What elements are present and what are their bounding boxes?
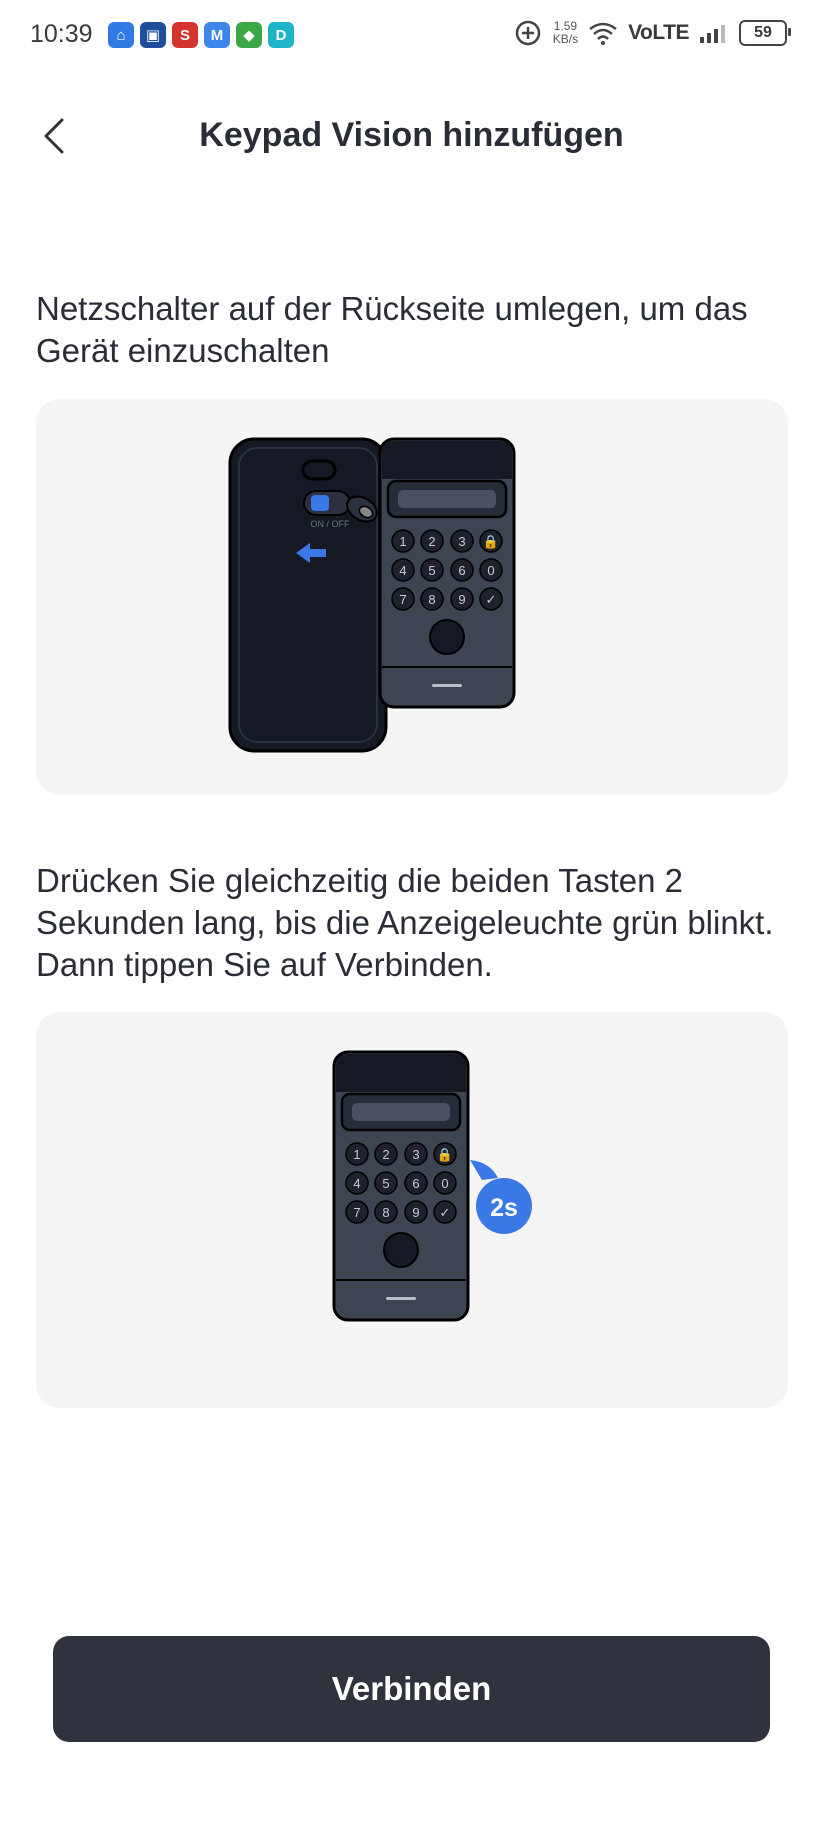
hold-badge: 2s bbox=[470, 1160, 532, 1234]
keypad-key-label: 0 bbox=[441, 1176, 448, 1191]
m-app-icon: M bbox=[204, 22, 230, 48]
volte-label: VoLTE bbox=[628, 21, 689, 44]
data-saver-icon bbox=[515, 20, 541, 46]
status-right: 1.59 KB/s VoLTE 59 bbox=[513, 18, 791, 48]
page-title: Keypad Vision hinzufügen bbox=[199, 116, 624, 154]
step-2-illustration: 1 2 3 🔒 4 5 6 0 7 8 9 ✓ 2s bbox=[36, 1012, 788, 1408]
battery-icon: 59 bbox=[739, 20, 791, 46]
signal-icon bbox=[700, 25, 725, 43]
keypad-key-label: 5 bbox=[428, 563, 435, 578]
keypad-key-label: 2 bbox=[382, 1147, 389, 1162]
keypad-key-label: 4 bbox=[399, 563, 406, 578]
page-header: Keypad Vision hinzufügen bbox=[0, 100, 823, 174]
keypad-key-label: 9 bbox=[412, 1205, 419, 1220]
home-app-icon: ⌂ bbox=[108, 22, 134, 48]
battery-level: 59 bbox=[754, 24, 772, 41]
keypad-key-label: 7 bbox=[353, 1205, 360, 1220]
home-bar bbox=[386, 1297, 416, 1300]
device-front: 1 2 3 🔒 4 5 6 0 7 8 9 ✓ bbox=[378, 437, 516, 709]
notification-icons: ⌂ ▣ S M ◆ D bbox=[108, 22, 294, 48]
s-app-icon: S bbox=[172, 22, 198, 48]
fingerprint-sensor bbox=[429, 619, 465, 655]
keypad-key-label: ✓ bbox=[486, 592, 497, 607]
keypad-key-label: 1 bbox=[353, 1147, 360, 1162]
keypad-key-label: 🔒 bbox=[483, 534, 499, 549]
keypad-key-label: 1 bbox=[399, 534, 406, 549]
keypad-key-label: 7 bbox=[399, 592, 406, 607]
keypad-key-label: 5 bbox=[382, 1176, 389, 1191]
keypad-key-label: ✓ bbox=[440, 1205, 451, 1220]
shield-app-icon: ◆ bbox=[236, 22, 262, 48]
video-app-icon: ▣ bbox=[140, 22, 166, 48]
keypad-key-label: 🔒 bbox=[437, 1147, 453, 1162]
hold-duration: 2s bbox=[490, 1194, 518, 1222]
keypad-key-label: 2 bbox=[428, 534, 435, 549]
keypad-key-label: 3 bbox=[458, 534, 465, 549]
fingerprint-sensor bbox=[383, 1232, 419, 1268]
d-app-icon: D bbox=[268, 22, 294, 48]
wifi-icon bbox=[589, 22, 617, 45]
switch-label: ON / OFF bbox=[311, 519, 350, 529]
step-1-illustration: ON / OFF 1 2 3 🔒 4 5 6 0 7 8 9 ✓ bbox=[36, 399, 788, 795]
keypad-key-label: 9 bbox=[458, 592, 465, 607]
device-front: 1 2 3 🔒 4 5 6 0 7 8 9 ✓ bbox=[332, 1050, 470, 1322]
status-bar: 10:39 ⌂ ▣ S M ◆ D 1.59 KB/s VoLTE 59 bbox=[0, 0, 823, 74]
speed-unit: KB/s bbox=[552, 32, 579, 46]
keypad-key-label: 4 bbox=[353, 1176, 360, 1191]
step-1-text: Netzschalter auf der Rückseite umlegen, … bbox=[36, 290, 748, 369]
keypad-key-label: 6 bbox=[458, 563, 465, 578]
keypad-key-label: 8 bbox=[428, 592, 435, 607]
status-time: 10:39 bbox=[30, 20, 93, 48]
step-2-text: Drücken Sie gleichzeitig die beiden Tast… bbox=[36, 862, 774, 983]
keypad-key-label: 6 bbox=[412, 1176, 419, 1191]
device-back: ON / OFF bbox=[228, 437, 388, 753]
connect-button[interactable]: Verbinden bbox=[53, 1636, 770, 1742]
network-speed: 1.59 KB/s bbox=[553, 20, 578, 46]
keypad-key-label: 8 bbox=[382, 1205, 389, 1220]
keypad-key-label: 3 bbox=[412, 1147, 419, 1162]
home-bar bbox=[432, 684, 462, 687]
keypad-key-label: 0 bbox=[487, 563, 494, 578]
